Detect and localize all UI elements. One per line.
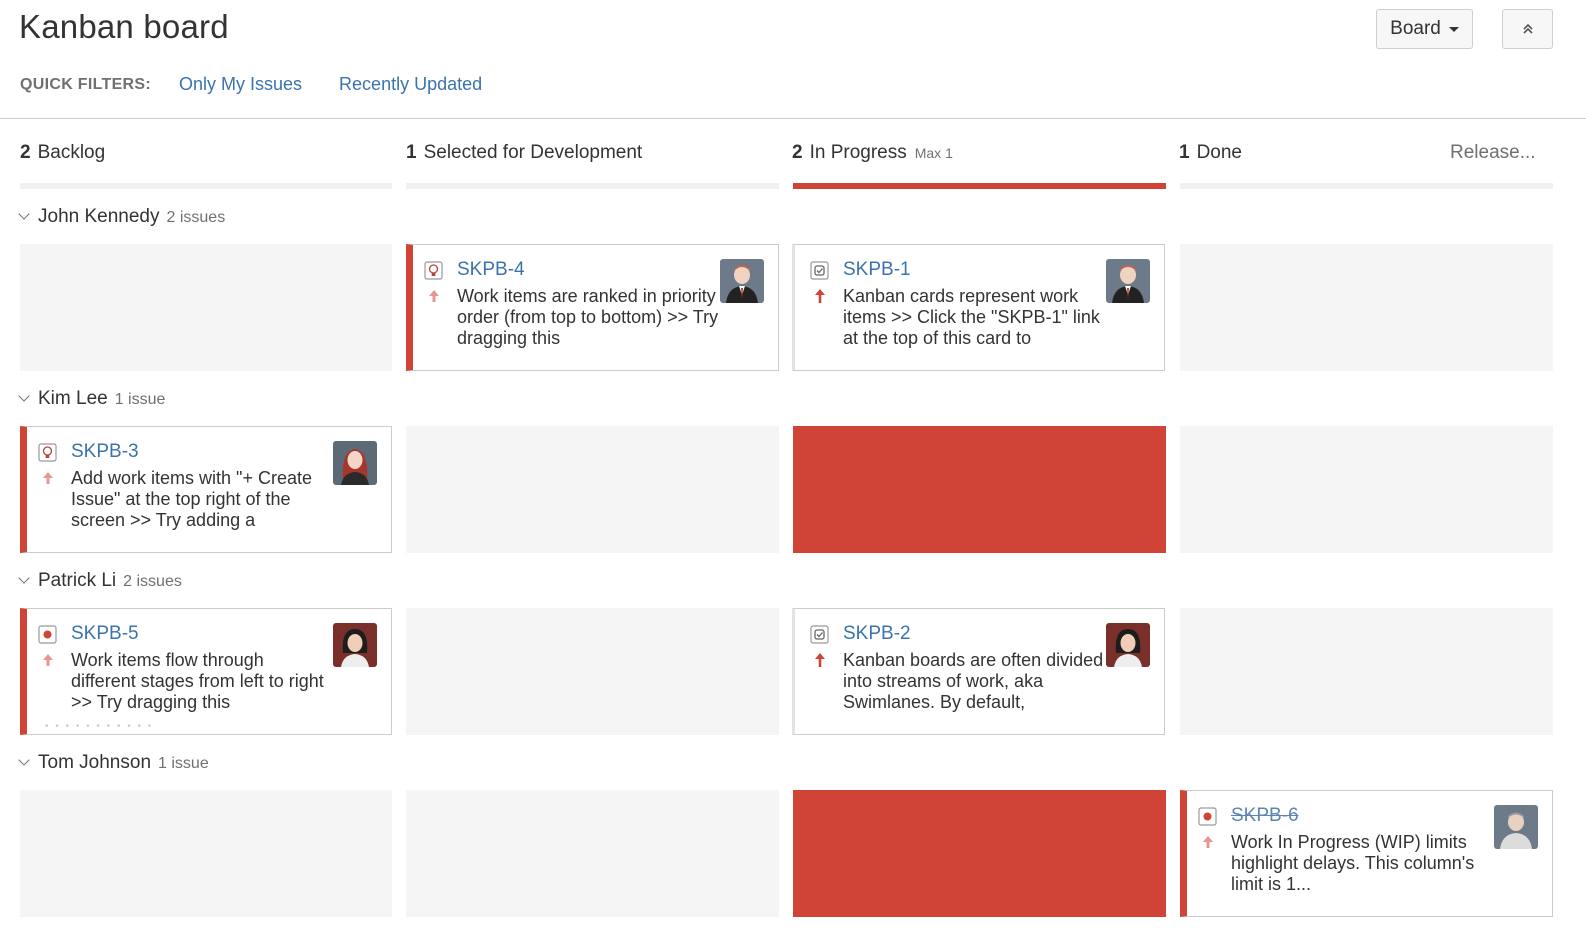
header-divider bbox=[0, 118, 1586, 119]
bug-icon bbox=[1198, 807, 1217, 826]
cell-in-progress-kim-lee-over-limit bbox=[793, 426, 1166, 553]
priority-arrow-up-icon bbox=[815, 289, 825, 303]
issue-key-link[interactable]: SKPB-4 bbox=[457, 259, 525, 281]
collapse-header-button[interactable] bbox=[1502, 9, 1553, 49]
bug-icon bbox=[38, 625, 57, 644]
column-bar-in-progress-over-limit bbox=[793, 183, 1166, 189]
column-count: 1 bbox=[1179, 142, 1190, 163]
chevron-down-icon bbox=[18, 208, 30, 220]
swimlane-issue-count: 1 issue bbox=[158, 755, 209, 772]
issue-summary: Kanban boards are often divided into str… bbox=[843, 650, 1104, 712]
swimlane-header-kim-lee[interactable]: Kim Lee 1 issue bbox=[18, 388, 166, 410]
issue-key-link[interactable]: SKPB-2 bbox=[843, 623, 911, 645]
avatar-john-kennedy bbox=[720, 259, 764, 303]
issue-key-link[interactable]: SKPB-3 bbox=[71, 441, 139, 463]
issue-card-skpb-6[interactable]: SKPB-6 Work In Progress (WIP) limits hig… bbox=[1180, 790, 1553, 917]
double-chevron-up-icon bbox=[1522, 23, 1533, 34]
issue-summary: Work items flow through different stages… bbox=[71, 650, 324, 712]
column-header-in-progress: 2 In Progress Max 1 bbox=[792, 142, 953, 164]
column-name: In Progress bbox=[809, 142, 907, 163]
column-count: 1 bbox=[406, 142, 417, 163]
column-bar-backlog bbox=[20, 183, 392, 189]
caret-down-icon bbox=[1448, 26, 1459, 32]
avatar-patrick-li bbox=[1106, 623, 1150, 667]
swimlane-issue-count: 2 issues bbox=[123, 573, 182, 590]
column-header-done: 1 Done bbox=[1179, 142, 1242, 164]
column-count: 2 bbox=[792, 142, 803, 163]
swimlane-issue-count: 2 issues bbox=[166, 209, 226, 226]
issue-summary: Work items are ranked in priority order … bbox=[457, 286, 719, 348]
cell-selected-tom-johnson bbox=[406, 790, 779, 917]
chevron-down-icon bbox=[18, 572, 30, 584]
quick-filters-label: QUICK FILTERS: bbox=[20, 75, 152, 93]
quick-filter-recently-updated[interactable]: Recently Updated bbox=[339, 74, 482, 95]
cell-backlog-tom-johnson bbox=[20, 790, 392, 917]
cell-backlog-john-kennedy bbox=[20, 244, 392, 371]
swimlane-name: Tom Johnson bbox=[38, 752, 152, 773]
avatar-tom-johnson bbox=[1494, 805, 1538, 849]
issue-card-skpb-3[interactable]: SKPB-3 Add work items with "+ Create Iss… bbox=[20, 426, 392, 553]
board-menu-button[interactable]: Board bbox=[1376, 9, 1473, 49]
quick-filter-only-my-issues[interactable]: Only My Issues bbox=[179, 74, 302, 95]
column-header-selected: 1 Selected for Development bbox=[406, 142, 642, 164]
task-icon bbox=[810, 625, 829, 644]
column-name: Selected for Development bbox=[423, 142, 643, 163]
column-name: Backlog bbox=[37, 142, 106, 163]
issue-key-link[interactable]: SKPB-5 bbox=[71, 623, 139, 645]
task-icon bbox=[810, 261, 829, 280]
cell-done-patrick-li bbox=[1180, 608, 1553, 735]
issue-summary: Add work items with "+ Create Issue" at … bbox=[71, 468, 312, 530]
issue-card-skpb-1[interactable]: SKPB-1 Kanban cards represent work items… bbox=[792, 244, 1165, 371]
priority-arrow-up-icon bbox=[43, 472, 53, 484]
column-wip-limit: Max 1 bbox=[914, 145, 953, 161]
cell-done-john-kennedy bbox=[1180, 244, 1553, 371]
swimlane-issue-count: 1 issue bbox=[114, 391, 166, 408]
swimlane-header-tom-johnson[interactable]: Tom Johnson 1 issue bbox=[18, 752, 209, 774]
story-icon bbox=[38, 443, 57, 462]
issue-summary: Work In Progress (WIP) limits highlight … bbox=[1231, 832, 1475, 894]
cell-in-progress-tom-johnson-over-limit bbox=[793, 790, 1166, 917]
cell-done-kim-lee bbox=[1180, 426, 1553, 553]
swimlane-header-patrick-li[interactable]: Patrick Li 2 issues bbox=[18, 570, 182, 592]
priority-arrow-up-icon bbox=[429, 290, 439, 302]
issue-card-skpb-5[interactable]: SKPB-5 Work items flow through different… bbox=[20, 608, 392, 735]
cell-selected-patrick-li bbox=[406, 608, 779, 735]
drag-handle-dots: • • • • • • • • • • • bbox=[45, 721, 154, 732]
column-count: 2 bbox=[20, 142, 31, 163]
release-link[interactable]: Release... bbox=[1450, 142, 1536, 164]
chevron-down-icon bbox=[18, 754, 30, 766]
issue-card-skpb-4[interactable]: SKPB-4 Work items are ranked in priority… bbox=[406, 244, 779, 371]
column-name: Done bbox=[1196, 142, 1242, 163]
swimlane-header-john-kennedy[interactable]: John Kennedy 2 issues bbox=[18, 206, 226, 228]
priority-arrow-up-icon bbox=[43, 654, 53, 666]
priority-arrow-up-icon bbox=[815, 653, 825, 667]
avatar-patrick-li bbox=[333, 623, 377, 667]
chevron-down-icon bbox=[18, 390, 30, 402]
column-header-backlog: 2 Backlog bbox=[20, 142, 105, 164]
story-icon bbox=[424, 261, 443, 280]
column-bar-selected bbox=[406, 183, 779, 189]
column-bar-done bbox=[1180, 183, 1553, 189]
swimlane-name: Patrick Li bbox=[38, 570, 117, 591]
issue-card-skpb-2[interactable]: SKPB-2 Kanban boards are often divided i… bbox=[792, 608, 1165, 735]
page-title: Kanban board bbox=[19, 8, 229, 45]
priority-arrow-up-icon bbox=[1203, 836, 1213, 848]
cell-selected-kim-lee bbox=[406, 426, 779, 553]
issue-summary: Kanban cards represent work items >> Cli… bbox=[843, 286, 1100, 348]
swimlane-name: John Kennedy bbox=[38, 206, 160, 227]
quick-filters: QUICK FILTERS: Only My Issues Recently U… bbox=[20, 74, 482, 95]
issue-key-link[interactable]: SKPB-1 bbox=[843, 259, 911, 281]
board-button-label: Board bbox=[1390, 18, 1441, 39]
avatar-kim-lee bbox=[333, 441, 377, 485]
swimlane-name: Kim Lee bbox=[38, 388, 108, 409]
avatar-john-kennedy bbox=[1106, 259, 1150, 303]
issue-key-link-resolved[interactable]: SKPB-6 bbox=[1231, 805, 1299, 827]
